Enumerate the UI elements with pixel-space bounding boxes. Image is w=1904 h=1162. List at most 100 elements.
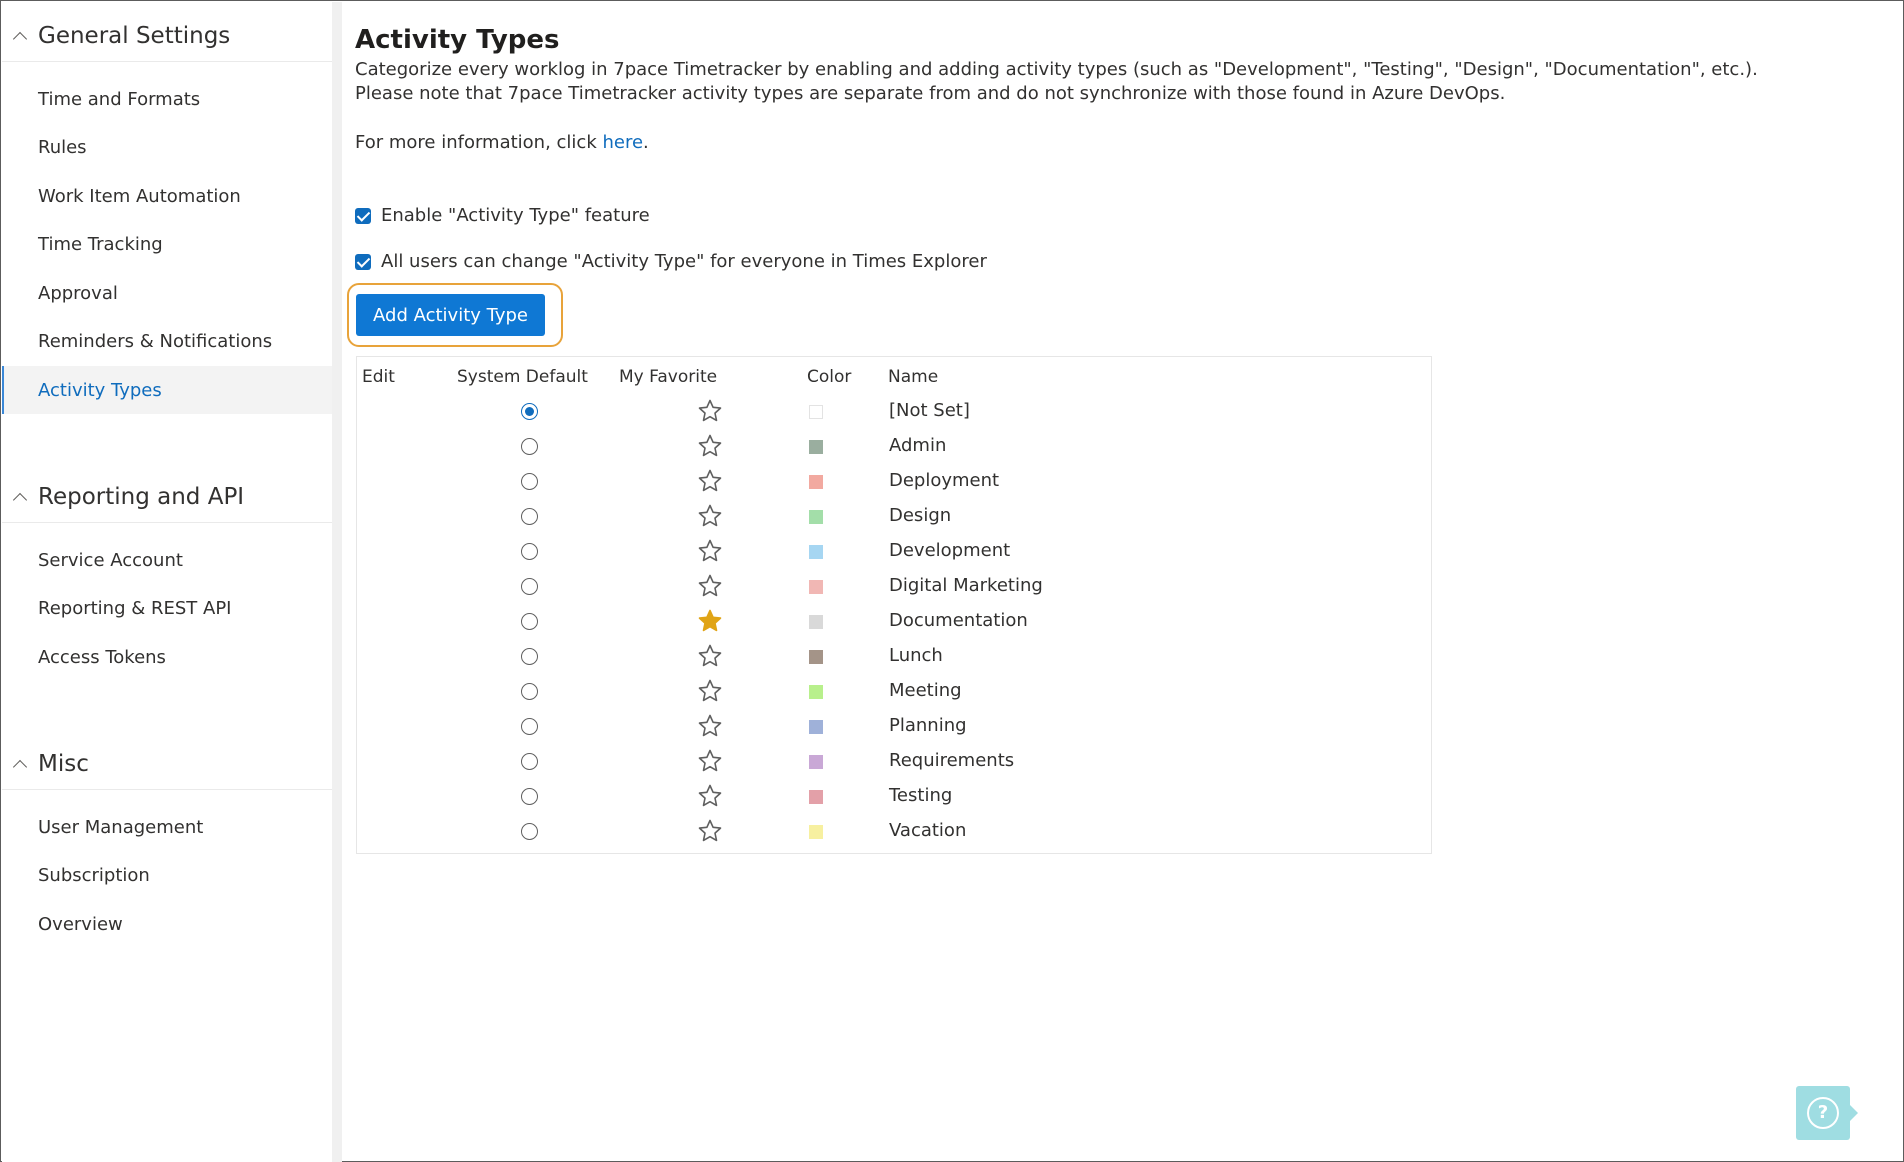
column-header-my-favorite: My Favorite bbox=[619, 367, 718, 387]
color-swatch bbox=[809, 755, 823, 769]
system-default-radio[interactable] bbox=[521, 718, 538, 735]
enable-activity-type-row[interactable]: Enable "Activity Type" feature bbox=[355, 205, 650, 226]
star-outline-icon[interactable] bbox=[697, 538, 723, 564]
sidebar-divider bbox=[332, 2, 342, 1162]
table-row: Admin bbox=[357, 428, 1431, 463]
table-row: Meeting bbox=[357, 673, 1431, 708]
sidebar-item-overview[interactable]: Overview bbox=[2, 900, 332, 948]
color-swatch bbox=[809, 475, 823, 489]
system-default-radio[interactable] bbox=[521, 648, 538, 665]
table-row: Planning bbox=[357, 708, 1431, 743]
activity-type-name: Deployment bbox=[889, 470, 1000, 491]
color-swatch bbox=[809, 510, 823, 524]
help-widget-button[interactable]: ? bbox=[1796, 1086, 1858, 1140]
chevron-up-icon bbox=[13, 490, 27, 504]
more-info-text: For more information, click here. bbox=[355, 132, 649, 153]
system-default-radio[interactable] bbox=[521, 613, 538, 630]
more-info-link[interactable]: here bbox=[602, 132, 643, 153]
color-swatch bbox=[809, 790, 823, 804]
activity-types-table: Edit System Default My Favorite Color Na… bbox=[356, 356, 1432, 854]
sidebar-item-service-account[interactable]: Service Account bbox=[2, 536, 332, 584]
color-swatch bbox=[809, 720, 823, 734]
star-outline-icon[interactable] bbox=[697, 573, 723, 599]
sidebar-item-subscription[interactable]: Subscription bbox=[2, 852, 332, 900]
table-row: Vacation bbox=[357, 813, 1431, 848]
sidebar-item-work-item-automation[interactable]: Work Item Automation bbox=[2, 172, 332, 220]
color-swatch bbox=[809, 650, 823, 664]
app-frame: General Settings Time and Formats Rules Wor… bbox=[0, 0, 1904, 1162]
system-default-radio[interactable] bbox=[521, 403, 538, 420]
settings-sidebar: General Settings Time and Formats Rules Wor… bbox=[2, 2, 332, 1162]
activity-type-name: Testing bbox=[889, 785, 953, 806]
color-swatch bbox=[809, 405, 823, 419]
section-title: Reporting and API bbox=[38, 483, 245, 510]
activity-type-name: [Not Set] bbox=[889, 400, 970, 421]
table-row: Lunch bbox=[357, 638, 1431, 673]
sidebar-item-reporting-rest-api[interactable]: Reporting & REST API bbox=[2, 585, 332, 633]
star-outline-icon[interactable] bbox=[697, 433, 723, 459]
activity-type-name: Documentation bbox=[889, 610, 1028, 631]
page-title: Activity Types bbox=[355, 25, 560, 55]
star-outline-icon[interactable] bbox=[697, 783, 723, 809]
table-row: Development bbox=[357, 533, 1431, 568]
enable-activity-type-checkbox[interactable] bbox=[355, 207, 371, 224]
system-default-radio[interactable] bbox=[521, 683, 538, 700]
sidebar-item-rules[interactable]: Rules bbox=[2, 124, 332, 172]
activity-type-name: Design bbox=[889, 505, 952, 526]
enable-activity-type-label: Enable "Activity Type" feature bbox=[381, 205, 650, 226]
table-row: Documentation bbox=[357, 603, 1431, 638]
more-info-suffix: . bbox=[643, 132, 649, 153]
star-outline-icon[interactable] bbox=[697, 468, 723, 494]
chevron-up-icon bbox=[13, 29, 27, 43]
all-users-change-label: All users can change "Activity Type" for… bbox=[381, 251, 987, 272]
star-filled-icon[interactable] bbox=[697, 608, 723, 634]
sidebar-item-user-management[interactable]: User Management bbox=[2, 803, 332, 851]
star-outline-icon[interactable] bbox=[697, 748, 723, 774]
color-swatch bbox=[809, 615, 823, 629]
table-row: Design bbox=[357, 498, 1431, 533]
column-header-name: Name bbox=[888, 367, 939, 387]
star-outline-icon[interactable] bbox=[697, 818, 723, 844]
description-line-2: Please note that 7pace Timetracker activ… bbox=[355, 83, 1506, 104]
question-icon: ? bbox=[1807, 1097, 1839, 1129]
sidebar-item-reminders-notifications[interactable]: Reminders & Notifications bbox=[2, 318, 332, 366]
sidebar-item-approval[interactable]: Approval bbox=[2, 269, 332, 317]
table-row: [Not Set] bbox=[357, 393, 1431, 428]
sidebar-item-access-tokens[interactable]: Access Tokens bbox=[2, 633, 332, 681]
all-users-change-checkbox[interactable] bbox=[355, 253, 371, 270]
color-swatch bbox=[809, 685, 823, 699]
section-header-reporting-and-api[interactable]: Reporting and API bbox=[2, 471, 332, 523]
star-outline-icon[interactable] bbox=[697, 678, 723, 704]
section-header-general-settings[interactable]: General Settings bbox=[2, 10, 332, 62]
table-row: Deployment bbox=[357, 463, 1431, 498]
activity-type-name: Planning bbox=[889, 715, 967, 736]
sidebar-item-activity-types[interactable]: Activity Types bbox=[2, 366, 332, 414]
system-default-radio[interactable] bbox=[521, 578, 538, 595]
color-swatch bbox=[809, 580, 823, 594]
star-outline-icon[interactable] bbox=[697, 643, 723, 669]
chevron-up-icon bbox=[13, 757, 27, 771]
section-title: Misc bbox=[38, 750, 89, 777]
table-row: Digital Marketing bbox=[357, 568, 1431, 603]
sidebar-item-time-tracking[interactable]: Time Tracking bbox=[2, 221, 332, 269]
system-default-radio[interactable] bbox=[521, 508, 538, 525]
activity-type-name: Vacation bbox=[889, 820, 967, 841]
color-swatch bbox=[809, 545, 823, 559]
sidebar-item-time-and-formats[interactable]: Time and Formats bbox=[2, 75, 332, 123]
system-default-radio[interactable] bbox=[521, 543, 538, 560]
star-outline-icon[interactable] bbox=[697, 503, 723, 529]
system-default-radio[interactable] bbox=[521, 438, 538, 455]
all-users-change-row[interactable]: All users can change "Activity Type" for… bbox=[355, 251, 987, 272]
description-line-1: Categorize every worklog in 7pace Timetr… bbox=[355, 59, 1758, 80]
star-outline-icon[interactable] bbox=[697, 398, 723, 424]
column-header-color: Color bbox=[807, 367, 852, 387]
system-default-radio[interactable] bbox=[521, 823, 538, 840]
section-title: General Settings bbox=[38, 22, 231, 49]
add-activity-type-button[interactable]: Add Activity Type bbox=[356, 294, 545, 336]
system-default-radio[interactable] bbox=[521, 753, 538, 770]
system-default-radio[interactable] bbox=[521, 788, 538, 805]
system-default-radio[interactable] bbox=[521, 473, 538, 490]
activity-type-name: Requirements bbox=[889, 750, 1015, 771]
star-outline-icon[interactable] bbox=[697, 713, 723, 739]
section-header-misc[interactable]: Misc bbox=[2, 738, 332, 790]
